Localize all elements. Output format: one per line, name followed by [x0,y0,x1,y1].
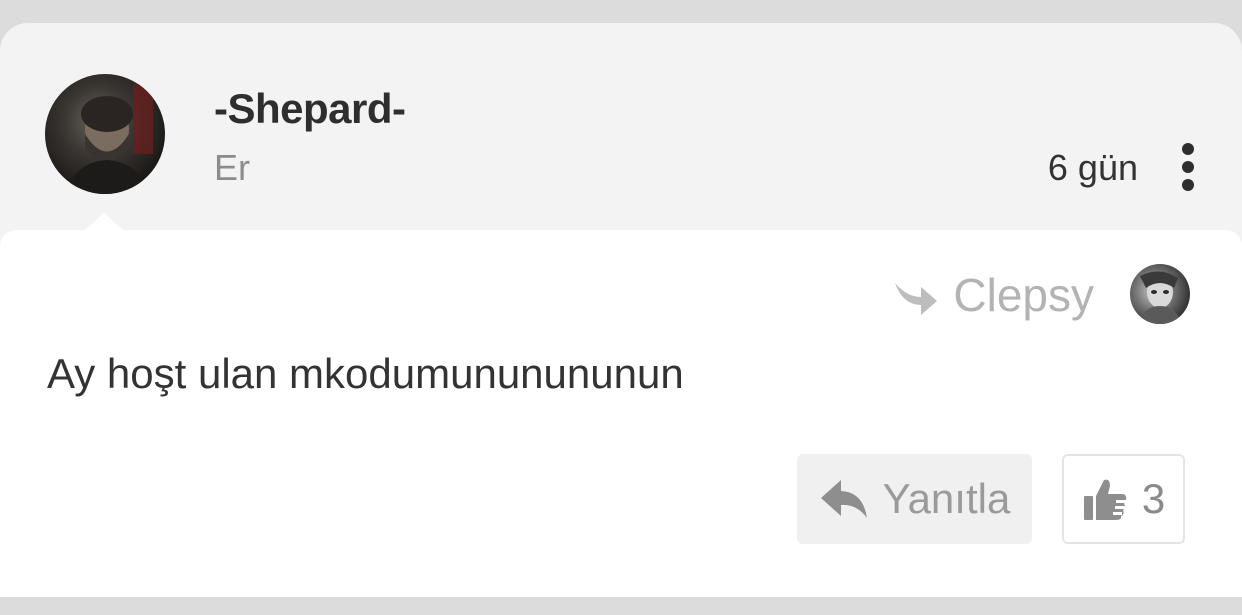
more-vertical-icon-dot [1182,179,1194,191]
author-rank: Er [214,147,250,188]
comment-text: Ay hoşt ulan mkodumununununun [47,350,684,397]
like-count: 3 [1141,475,1166,522]
thumbs-up-icon [1083,479,1126,520]
comment-header: -Shepard- Er 6 gün [0,23,1242,231]
comment-body: Clepsy Ay hoşt ulan mkodumununununun Yan… [0,230,1242,597]
more-vertical-icon [1182,143,1194,155]
post-timestamp: 6 gün [1047,147,1138,188]
more-vertical-icon-dot [1182,161,1194,173]
speech-pointer [84,213,124,231]
reply-to-name: Clepsy [953,269,1094,321]
reply-to-indicator[interactable]: Clepsy [893,268,1094,322]
reply-button-label: Yanıtla [882,475,1011,522]
reply-arrow-icon [895,283,938,315]
reply-button[interactable]: Yanıtla [797,454,1032,544]
author-avatar[interactable] [45,74,165,194]
reply-to-avatar[interactable] [1130,264,1190,324]
more-options-button[interactable] [1168,135,1208,199]
like-button[interactable]: 3 [1062,454,1185,544]
author-name[interactable]: -Shepard- [214,85,406,133]
avatar-photo-icon [65,84,153,194]
reply-icon [820,480,867,518]
avatar-photo-icon [1138,271,1182,324]
comment-card: -Shepard- Er 6 gün Clepsy Ay hoşt ulan m… [0,23,1242,597]
